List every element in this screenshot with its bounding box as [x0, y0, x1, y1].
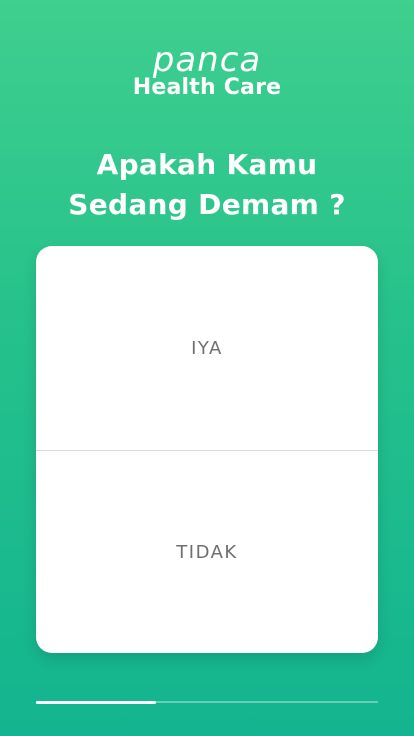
no-option-label: TIDAK — [176, 541, 238, 563]
progress-bar — [36, 700, 378, 704]
app-brand: panca Health Care — [0, 40, 414, 100]
no-option-button[interactable]: TIDAK — [36, 451, 378, 653]
answer-card: IYA TIDAK — [36, 246, 378, 653]
app-logo: panca — [152, 40, 262, 80]
progress-fill — [36, 700, 156, 704]
yes-option-button[interactable]: IYA — [36, 246, 378, 450]
question-line-2: Sedang Demam ? — [68, 188, 346, 221]
question-title: Apakah Kamu Sedang Demam ? — [0, 145, 414, 225]
yes-option-label: IYA — [191, 337, 223, 359]
question-line-1: Apakah Kamu — [96, 148, 318, 181]
app-subtitle: Health Care — [132, 75, 282, 100]
